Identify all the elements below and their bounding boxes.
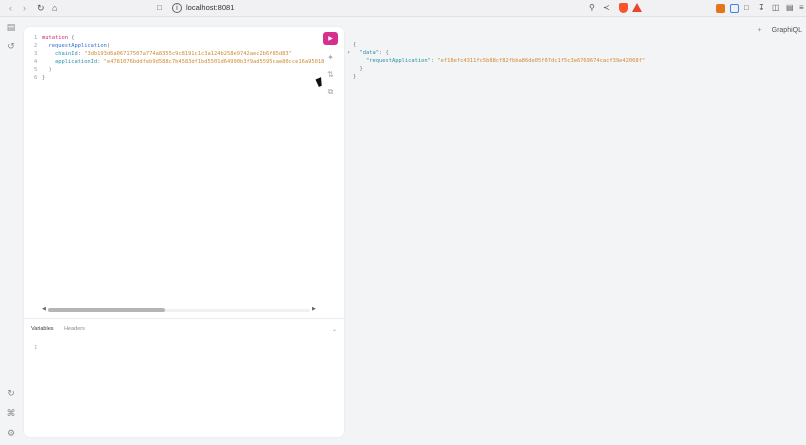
url-bar[interactable]: localhost:8081	[186, 3, 234, 12]
response-token: }	[353, 73, 357, 80]
query-editor-panel: 1 mutation {2 requestApplication(3 chainI…	[24, 27, 344, 437]
line-number: 2	[34, 42, 38, 49]
response-line: ▾ "data": {	[347, 50, 645, 58]
code-token: )	[42, 66, 52, 73]
code-token: requestApplication	[42, 42, 107, 49]
line-number: 6	[34, 74, 38, 81]
docs-icon[interactable]: ▤	[6, 23, 16, 33]
share-icon[interactable]: ≺	[603, 3, 610, 12]
line-number: 3	[34, 50, 38, 57]
code-token: "e4781076bddfeb9d588c7b4583df1bd5501d649…	[103, 58, 325, 65]
response-token: "ef18efc4311fc5b88cf82fbba86de05f07dc1f5…	[437, 57, 646, 64]
forward-icon[interactable]: ›	[23, 3, 26, 13]
line-number: 4	[34, 58, 38, 65]
code-token: }	[42, 74, 46, 81]
home-icon[interactable]: ⌂	[52, 3, 57, 13]
site-info-icon[interactable]: i	[172, 3, 182, 13]
response-line: }	[347, 74, 645, 82]
response-line: {	[347, 42, 645, 50]
divider	[24, 318, 344, 319]
scroll-right-icon[interactable]: ▶	[312, 306, 316, 312]
horizontal-scrollbar[interactable]: ◀ ▶	[42, 306, 317, 313]
code-line: 3 chainId: "3db193d6a06717507a774a8355c9…	[34, 51, 324, 59]
tab-variables[interactable]: Variables	[31, 326, 54, 332]
code-token: {	[67, 35, 75, 41]
graphiql-header: + GraphiQL	[758, 27, 802, 34]
response-token: : {	[378, 49, 389, 56]
copy-icon[interactable]: ⧉	[325, 86, 336, 97]
response-token: "requestApplication"	[353, 57, 431, 64]
line-number: 1	[34, 35, 38, 41]
brave-shield-icon[interactable]	[619, 3, 628, 13]
code-token: applicationId	[42, 58, 98, 65]
code-token: mutation	[42, 35, 68, 41]
reload-icon[interactable]: ↻	[37, 3, 45, 14]
chevron-down-icon[interactable]: ⌄	[332, 326, 337, 333]
response-line: "requestApplication": "ef18efc4311fc5b88…	[347, 58, 645, 66]
code-token: (	[106, 42, 111, 49]
scrollbar-thumb[interactable]	[48, 308, 165, 312]
response-token: "data"	[353, 49, 379, 56]
editor-tools-tabs: Variables Headers	[31, 326, 94, 332]
add-tab-button[interactable]: +	[758, 27, 762, 34]
prettify-icon[interactable]: ✦	[325, 52, 336, 63]
variables-editor[interactable]: 1	[34, 345, 37, 351]
response-line: }	[347, 66, 645, 74]
query-editor[interactable]: 1 mutation {2 requestApplication(3 chainI…	[34, 35, 324, 82]
line-number: 1	[34, 345, 38, 351]
menu-icon[interactable]: ≡	[799, 3, 804, 12]
code-line: 4 applicationId: "e4781076bddfeb9d588c7b…	[34, 59, 324, 67]
zoom-icon[interactable]: ⚲	[589, 3, 595, 12]
extension-icon[interactable]	[730, 4, 739, 13]
response-viewer: { ▾ "data": { "requestApplication": "ef18…	[347, 42, 645, 82]
scroll-left-icon[interactable]: ◀	[42, 306, 46, 312]
downloads-icon[interactable]: ↧	[758, 3, 765, 12]
browser-toolbar: ‹ › ↻ ⌂ □ i localhost:8081 ⚲ ≺ □ ↧ ◫ ▤ ≡	[0, 0, 806, 17]
merge-fragments-icon[interactable]: ⇅	[325, 69, 336, 80]
response-token: }	[353, 65, 363, 72]
sidebar-icon[interactable]: ◫	[772, 3, 780, 12]
code-token: chainId	[42, 50, 78, 57]
code-line: 6}	[34, 75, 324, 83]
back-icon[interactable]: ‹	[9, 3, 12, 13]
refetch-schema-icon[interactable]: ↻	[6, 389, 16, 399]
app-title: GraphiQL	[771, 27, 802, 34]
shortcuts-icon[interactable]: ⌘	[6, 409, 16, 419]
code-line: 1 mutation {	[34, 35, 324, 43]
sidebar: ▤ ↺ ↻ ⌘ ⚙	[0, 17, 22, 445]
code-line: 2 requestApplication(	[34, 43, 324, 51]
settings-icon[interactable]: ⚙	[6, 429, 16, 439]
code-line: 5 )	[34, 67, 324, 75]
code-token: "3db193d6a06717507a774a8355c9c8191c1c3a1…	[84, 50, 292, 57]
extensions-icon[interactable]: □	[744, 3, 749, 12]
wallet-icon[interactable]: ▤	[786, 3, 794, 12]
response-token: {	[353, 42, 357, 48]
run-button[interactable]: ▶	[323, 32, 338, 45]
line-number: 5	[34, 66, 38, 73]
metamask-icon[interactable]	[716, 4, 725, 13]
brave-rewards-icon[interactable]	[632, 3, 642, 12]
history-icon[interactable]: ↺	[6, 42, 16, 52]
tab-headers[interactable]: Headers	[64, 326, 85, 332]
bookmark-icon[interactable]: □	[157, 3, 162, 12]
